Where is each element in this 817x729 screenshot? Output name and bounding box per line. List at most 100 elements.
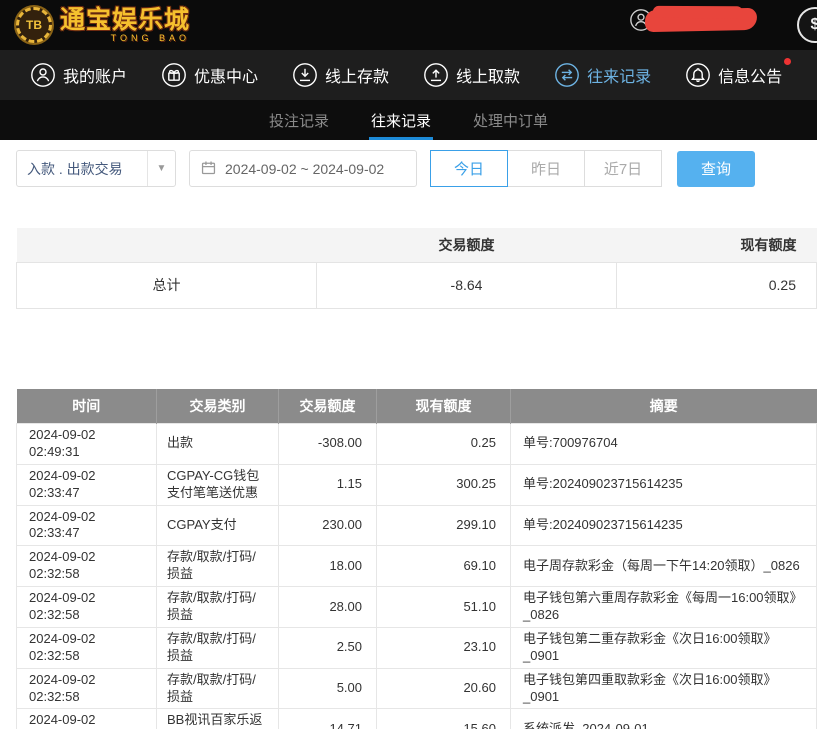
promotion-icon xyxy=(161,62,187,88)
col-header-amount: 交易额度 xyxy=(279,389,377,424)
transaction-type-select[interactable]: 入款 . 出款交易 ▼ xyxy=(16,150,176,187)
col-header-time: 时间 xyxy=(17,389,157,424)
cell-type: 存款/取款/打码/损益 xyxy=(157,668,279,709)
today-button[interactable]: 今日 xyxy=(430,150,508,187)
tab-processing-orders[interactable]: 处理中订单 xyxy=(471,100,550,140)
col-header-balance: 现有额度 xyxy=(377,389,511,424)
table-row: 2024-09-02 02:32:58 存款/取款/打码/损益 5.00 20.… xyxy=(17,668,817,709)
cell-time: 2024-09-02 02:32:58 xyxy=(17,668,157,709)
cell-type: 存款/取款/打码/损益 xyxy=(157,587,279,628)
col-header-summary: 摘要 xyxy=(511,389,817,424)
summary-header-balance: 现有额度 xyxy=(617,228,817,262)
cell-type: CGPAY支付 xyxy=(157,505,279,546)
cell-amount: 14.71 xyxy=(279,709,377,729)
cell-time: 2024-09-02 02:08:01 xyxy=(17,709,157,729)
date-range-input[interactable]: 2024-09-02 ~ 2024-09-02 xyxy=(189,150,417,187)
logo-title: 通宝娱乐城 xyxy=(60,8,190,33)
table-row: 2024-09-02 02:49:31 出款 -308.00 0.25 单号:7… xyxy=(17,424,817,465)
announcement-icon xyxy=(685,62,711,88)
records-icon xyxy=(554,62,580,88)
cell-balance: 0.25 xyxy=(377,424,511,465)
summary-total-label: 总计 xyxy=(17,262,317,308)
nav-label: 往来记录 xyxy=(587,63,651,87)
filter-bar: 入款 . 出款交易 ▼ 2024-09-02 ~ 2024-09-02 今日 昨… xyxy=(0,150,817,187)
cell-balance: 15.60 xyxy=(377,709,511,729)
calendar-icon xyxy=(200,159,217,179)
dollar-button[interactable]: $ xyxy=(797,7,817,43)
table-row: 2024-09-02 02:32:58 存款/取款/打码/损益 28.00 51… xyxy=(17,587,817,628)
nav-item-records[interactable]: 往来记录 xyxy=(554,62,651,88)
search-button[interactable]: 查询 xyxy=(677,151,755,187)
nav-item-deposit[interactable]: 线上存款 xyxy=(292,62,389,88)
summary-total-row: 总计 -8.64 0.25 xyxy=(17,262,817,308)
col-header-type: 交易类别 xyxy=(157,389,279,424)
cell-balance: 51.10 xyxy=(377,587,511,628)
summary-header-empty xyxy=(17,228,317,262)
nav-label: 优惠中心 xyxy=(194,63,258,87)
cell-summary: 电子钱包第二重存款彩金《次日16:00领取》_0901 xyxy=(511,627,817,668)
cell-type: CGPAY-CG钱包支付笔笔送优惠 xyxy=(157,464,279,505)
cell-amount: 230.00 xyxy=(279,505,377,546)
cell-time: 2024-09-02 02:32:58 xyxy=(17,546,157,587)
dollar-icon: $ xyxy=(811,16,817,34)
cell-type: BB视讯百家乐返点 xyxy=(157,709,279,729)
summary-header-amount: 交易额度 xyxy=(317,228,617,262)
nav-label: 信息公告 xyxy=(718,63,782,87)
tab-transaction-records[interactable]: 往来记录 xyxy=(369,100,433,140)
cell-amount: 5.00 xyxy=(279,668,377,709)
main-nav: 我的账户 优惠中心 线上存款 xyxy=(0,50,817,100)
cell-balance: 69.10 xyxy=(377,546,511,587)
summary-total-amount: -8.64 xyxy=(317,262,617,308)
cell-time: 2024-09-02 02:33:47 xyxy=(17,464,157,505)
summary-table: 交易额度 现有额度 总计 -8.64 0.25 xyxy=(16,228,817,309)
nav-item-my-account[interactable]: 我的账户 xyxy=(30,62,127,88)
cell-amount: 2.50 xyxy=(279,627,377,668)
cell-type: 出款 xyxy=(157,424,279,465)
table-row: 2024-09-02 02:33:47 CGPAY-CG钱包支付笔笔送优惠 1.… xyxy=(17,464,817,505)
logo-chip-text: TB xyxy=(26,18,42,32)
chevron-down-icon: ▼ xyxy=(147,151,175,186)
logo[interactable]: TB 通宝娱乐城 TONG BAO xyxy=(16,7,190,43)
cell-amount: -308.00 xyxy=(279,424,377,465)
topbar: TB 通宝娱乐城 TONG BAO $ xyxy=(0,0,817,50)
table-row: 2024-09-02 02:33:47 CGPAY支付 230.00 299.1… xyxy=(17,505,817,546)
last7days-button[interactable]: 近7日 xyxy=(584,150,662,187)
yesterday-button[interactable]: 昨日 xyxy=(507,150,585,187)
logo-chip-icon: TB xyxy=(16,7,52,43)
sub-nav: 投注记录 往来记录 处理中订单 xyxy=(0,100,817,140)
records-table: 时间 交易类别 交易额度 现有额度 摘要 2024-09-02 02:49:31… xyxy=(16,389,817,729)
cell-balance: 20.60 xyxy=(377,668,511,709)
select-value: 入款 . 出款交易 xyxy=(17,159,123,179)
cell-balance: 300.25 xyxy=(377,464,511,505)
page: TB 通宝娱乐城 TONG BAO $ xyxy=(0,0,817,729)
records-header-row: 时间 交易类别 交易额度 现有额度 摘要 xyxy=(17,389,817,424)
account-area xyxy=(629,8,757,32)
cell-type: 存款/取款/打码/损益 xyxy=(157,627,279,668)
cell-summary: 单号:700976704 xyxy=(511,424,817,465)
cell-summary: 电子钱包第四重取款彩金《次日16:00领取》_0901 xyxy=(511,668,817,709)
cell-amount: 28.00 xyxy=(279,587,377,628)
cell-summary: 单号:202409023715614235 xyxy=(511,505,817,546)
account-icon xyxy=(30,62,56,88)
username-redaction-scribble xyxy=(645,8,757,32)
table-row: 2024-09-02 02:32:58 存款/取款/打码/损益 18.00 69… xyxy=(17,546,817,587)
table-row: 2024-09-02 02:32:58 存款/取款/打码/损益 2.50 23.… xyxy=(17,627,817,668)
nav-item-promotions[interactable]: 优惠中心 xyxy=(161,62,258,88)
table-row: 2024-09-02 02:08:01 BB视讯百家乐返点 14.71 15.6… xyxy=(17,709,817,729)
nav-label: 线上存款 xyxy=(325,63,389,87)
cell-summary: 单号:202409023715614235 xyxy=(511,464,817,505)
notification-dot xyxy=(784,58,791,65)
cell-time: 2024-09-02 02:32:58 xyxy=(17,587,157,628)
cell-balance: 299.10 xyxy=(377,505,511,546)
nav-item-withdraw[interactable]: 线上取款 xyxy=(423,62,520,88)
cell-amount: 18.00 xyxy=(279,546,377,587)
cell-time: 2024-09-02 02:49:31 xyxy=(17,424,157,465)
cell-amount: 1.15 xyxy=(279,464,377,505)
quick-range-group: 今日 昨日 近7日 xyxy=(430,150,662,187)
nav-label: 线上取款 xyxy=(456,63,520,87)
nav-label: 我的账户 xyxy=(63,63,127,87)
nav-item-announcements[interactable]: 信息公告 xyxy=(685,62,782,88)
cell-summary: 系统派发_2024-09-01 xyxy=(511,709,817,729)
deposit-icon xyxy=(292,62,318,88)
tab-betting-records[interactable]: 投注记录 xyxy=(267,100,331,140)
